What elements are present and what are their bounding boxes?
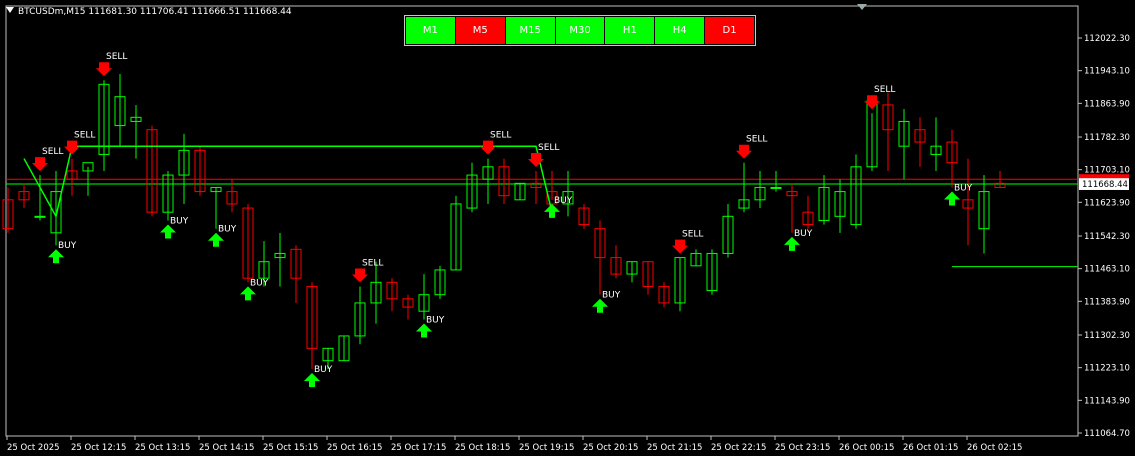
collapse-triangle-icon[interactable] bbox=[6, 7, 14, 13]
sell-arrow-icon bbox=[64, 140, 80, 155]
x-tick-label: 25 Oct 20:15 bbox=[583, 443, 638, 453]
buy-arrow-icon bbox=[416, 323, 432, 338]
x-tick-label: 26 Oct 02:15 bbox=[967, 443, 1022, 453]
x-tick-label: 25 Oct 23:15 bbox=[775, 443, 830, 453]
buy-arrow-icon bbox=[208, 232, 224, 247]
sell-arrow-icon bbox=[480, 140, 496, 155]
buy-arrow-icon bbox=[48, 249, 64, 264]
x-tick-label: 25 Oct 22:15 bbox=[711, 443, 766, 453]
timeframe-button-h4[interactable]: H4 bbox=[655, 17, 706, 44]
y-tick-label: 112022.30 bbox=[1084, 34, 1130, 44]
sell-arrow-icon bbox=[32, 157, 48, 172]
x-tick-label: 25 Oct 19:15 bbox=[519, 443, 574, 453]
candlestick-chart: 112022.30 111943.10 111863.90 111782.30 1117… bbox=[2, 5, 1130, 453]
x-tick-label: 25 Oct 14:15 bbox=[199, 443, 254, 453]
y-tick-label: 111782.30 bbox=[1084, 133, 1130, 143]
timeframe-button-m30[interactable]: M30 bbox=[555, 17, 606, 44]
buy-signal-label: BUY bbox=[314, 365, 333, 375]
buy-signal-label: BUY bbox=[218, 225, 237, 235]
y-tick-label: 111863.90 bbox=[1084, 99, 1130, 109]
buy-arrow-icon bbox=[240, 286, 256, 301]
x-tick-label: 25 Oct 13:15 bbox=[135, 443, 190, 453]
timeframe-label: M15 bbox=[519, 25, 541, 36]
sell-signal-label: SELL bbox=[874, 85, 895, 95]
x-tick-label: 25 Oct 21:15 bbox=[647, 443, 702, 453]
chart-window: 112022.30 111943.10 111863.90 111782.30 1117… bbox=[0, 0, 1135, 456]
sell-arrow-icon bbox=[528, 152, 544, 167]
sell-arrow-icon bbox=[96, 62, 112, 77]
buy-signal-label: BUY bbox=[58, 241, 77, 251]
y-tick-label: 111223.10 bbox=[1084, 364, 1130, 374]
y-tick-label: 111064.70 bbox=[1084, 429, 1130, 439]
timeframe-button-m1[interactable]: M1 bbox=[406, 17, 456, 44]
sell-signal-label: SELL bbox=[538, 143, 559, 153]
x-tick-label: 26 Oct 00:15 bbox=[839, 443, 894, 453]
x-tick-label: 25 Oct 2025 bbox=[7, 443, 60, 453]
sell-arrow-icon bbox=[672, 239, 688, 254]
x-tick-label: 26 Oct 01:15 bbox=[903, 443, 958, 453]
timeframe-label: H1 bbox=[622, 25, 637, 36]
y-tick-label: 111623.90 bbox=[1084, 198, 1130, 208]
timeframe-panel: M1 M5 M15 M30 H1 H4 D1 bbox=[404, 15, 756, 46]
x-tick-label: 25 Oct 12:15 bbox=[71, 443, 126, 453]
symbol-info-text: BTCUSDm,M15 111681.30 111706.41 111666.5… bbox=[18, 7, 292, 17]
sell-arrow-icon bbox=[352, 268, 368, 283]
y-tick-label: 111703.10 bbox=[1084, 166, 1130, 176]
sell-signal-label: SELL bbox=[74, 131, 95, 141]
timeframe-button-h1[interactable]: H1 bbox=[605, 17, 656, 44]
buy-arrow-icon bbox=[944, 191, 960, 206]
timeframe-label: M1 bbox=[422, 25, 438, 36]
candle-body bbox=[34, 215, 46, 218]
symbol-header: BTCUSDm,M15 111681.30 111706.41 111666.5… bbox=[6, 7, 292, 17]
x-tick-label: 25 Oct 18:15 bbox=[455, 443, 510, 453]
buy-signal-label: BUY bbox=[954, 183, 973, 193]
candle-body bbox=[770, 186, 782, 189]
buy-arrow-icon bbox=[592, 298, 608, 313]
timeframe-label: M5 bbox=[472, 25, 488, 36]
y-tick-label: 111463.10 bbox=[1084, 265, 1130, 275]
y-tick-label: 111143.90 bbox=[1084, 396, 1130, 406]
bid-price-tag bbox=[1079, 174, 1129, 179]
y-tick-label: 111542.30 bbox=[1084, 232, 1130, 242]
buy-signal-label: BUY bbox=[794, 229, 813, 239]
buy-arrow-icon bbox=[304, 372, 320, 387]
sell-signal-label: SELL bbox=[42, 147, 63, 157]
sell-signal-label: SELL bbox=[746, 135, 767, 145]
x-tick-label: 25 Oct 17:15 bbox=[391, 443, 446, 453]
plot-frame bbox=[5, 5, 1079, 437]
y-tick-label: 111302.30 bbox=[1084, 331, 1130, 341]
y-tick-label: 111943.10 bbox=[1084, 67, 1130, 77]
y-tick-label: 111383.90 bbox=[1084, 297, 1130, 307]
sell-arrow-icon bbox=[736, 144, 752, 159]
sell-signal-label: SELL bbox=[362, 258, 383, 268]
sell-signal-label: SELL bbox=[682, 230, 703, 240]
timeframe-label: D1 bbox=[722, 25, 737, 36]
buy-signal-label: BUY bbox=[170, 216, 189, 226]
buy-signal-label: BUY bbox=[554, 196, 573, 206]
x-tick-label: 25 Oct 16:15 bbox=[327, 443, 382, 453]
zigzag-line bbox=[23, 145, 553, 219]
buy-signal-label: BUY bbox=[426, 315, 445, 325]
timeframe-button-m5[interactable]: M5 bbox=[455, 17, 506, 44]
timeframe-button-d1[interactable]: D1 bbox=[705, 17, 755, 44]
x-tick-label: 25 Oct 15:15 bbox=[263, 443, 318, 453]
timeframe-label: M30 bbox=[569, 25, 591, 36]
sell-signal-label: SELL bbox=[490, 131, 511, 141]
buy-arrow-icon bbox=[544, 203, 560, 218]
buy-arrow-icon bbox=[784, 236, 800, 251]
buy-arrow-icon bbox=[160, 224, 176, 239]
buy-signal-label: BUY bbox=[250, 278, 269, 288]
timeframe-label: H4 bbox=[672, 25, 687, 36]
sell-signal-label: SELL bbox=[106, 52, 127, 62]
buy-signal-label: BUY bbox=[602, 291, 621, 301]
current-price-label: 111668.44 bbox=[1082, 180, 1128, 190]
chart-shift-marker-icon[interactable] bbox=[857, 4, 867, 10]
timeframe-button-m15[interactable]: M15 bbox=[505, 17, 556, 44]
sell-arrow-icon bbox=[864, 95, 880, 110]
